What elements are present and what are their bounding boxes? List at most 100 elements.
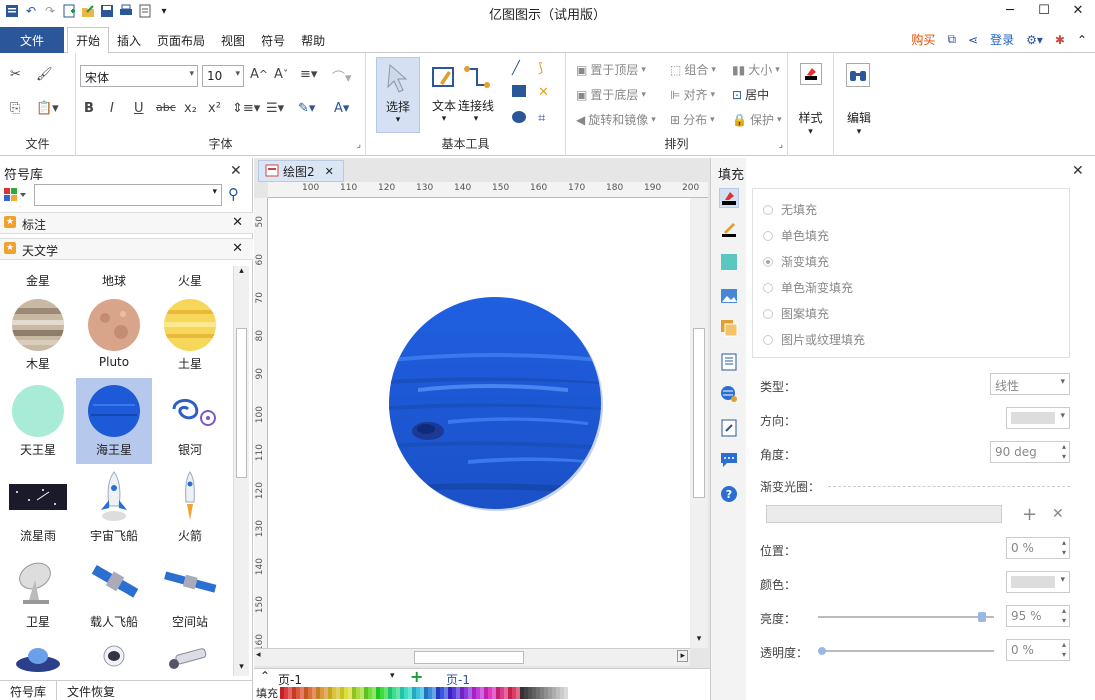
text-align-icon[interactable]: ≡▾ <box>300 67 317 82</box>
font-dialog-launcher-icon[interactable]: ⌟ <box>357 140 361 150</box>
close-category-icon[interactable]: ✕ <box>232 215 243 230</box>
tab-insert[interactable]: 插入 <box>109 27 149 53</box>
page-select-dropdown-icon[interactable]: ▾ <box>390 671 395 681</box>
copy-icon[interactable]: ⎘ <box>10 101 20 116</box>
share-screen-icon[interactable]: ⧉ <box>947 32 956 47</box>
send-to-back-button[interactable]: ▣ 置于底层 ▾ <box>576 86 646 103</box>
shape-jupiter[interactable]: 木星 <box>0 292 76 378</box>
arc-tool-icon[interactable]: ⟆ <box>538 61 543 76</box>
shape-galaxy[interactable]: 银河 <box>152 378 228 464</box>
shape-space-station[interactable]: 空间站 <box>152 550 228 636</box>
theme-icon[interactable]: ✱ <box>1055 33 1065 47</box>
gradient-stops-bar[interactable] <box>766 505 1002 523</box>
add-page-icon[interactable]: + <box>410 667 423 686</box>
category-astronomy[interactable]: ★ 天文学 ✕ <box>0 238 253 260</box>
cross-tool-icon[interactable]: ✕ <box>538 85 549 100</box>
buy-link[interactable]: 购买 <box>911 31 935 48</box>
category-callout[interactable]: ★ 标注 ✕ <box>0 212 253 234</box>
connector-tool-button[interactable]: 连接线 ▾ <box>456 57 496 133</box>
arrange-dialog-launcher-icon[interactable]: ⌟ <box>779 140 783 150</box>
brightness-slider[interactable] <box>818 612 994 622</box>
page-properties-icon[interactable] <box>719 352 739 372</box>
transparency-slider[interactable] <box>818 647 994 655</box>
rotate-mirror-button[interactable]: ◀ 旋转和镜像 ▾ <box>576 111 656 128</box>
underline-icon[interactable]: U <box>134 101 144 116</box>
add-stop-icon[interactable]: + <box>1022 504 1037 525</box>
protect-button[interactable]: 🔒 保护 ▾ <box>732 111 782 128</box>
hyperlink-globe-icon[interactable] <box>719 384 739 404</box>
group-style[interactable]: 样式 ▾ <box>788 53 834 156</box>
cut-icon[interactable]: ✂ <box>10 67 21 82</box>
shape-telescope[interactable] <box>152 636 228 676</box>
shape-uranus[interactable]: 天王星 <box>0 378 76 464</box>
size-button[interactable]: ▮▮ 大小 ▾ <box>732 61 780 78</box>
rectangle-tool-icon[interactable] <box>512 85 526 97</box>
shape-ufo[interactable] <box>0 636 76 676</box>
radio-gradient-fill[interactable]: 渐变填充 <box>763 253 829 270</box>
line-panel-icon[interactable] <box>719 220 739 240</box>
shadow-panel-icon[interactable] <box>719 252 739 272</box>
radio-solid-fill[interactable]: 单色填充 <box>763 227 829 244</box>
image-panel-icon[interactable] <box>719 286 739 306</box>
highlight-icon[interactable]: ✎▾ <box>298 101 315 116</box>
direction-select[interactable] <box>1006 407 1070 429</box>
close-icon[interactable]: ✕ <box>1072 163 1084 179</box>
shape-meteor-shower[interactable]: 流星雨 <box>0 464 76 550</box>
shape-manned-spacecraft[interactable]: 载人飞船 <box>76 550 152 636</box>
shape-saturn[interactable]: 土星 <box>152 292 228 378</box>
close-category-icon[interactable]: ✕ <box>232 241 243 256</box>
canvas-vertical-scrollbar[interactable]: ▾ <box>690 198 708 648</box>
position-spinner[interactable]: 0 % <box>1006 537 1070 559</box>
bold-icon[interactable]: B <box>84 101 94 116</box>
shape-rocket[interactable]: 火箭 <box>152 464 228 550</box>
align-button[interactable]: ⊫ 对齐 ▾ <box>670 86 715 103</box>
shape-neptune[interactable]: 海王星 <box>76 378 152 464</box>
shape-spaceship[interactable]: 宇宙飞船 <box>76 464 152 550</box>
paste-icon[interactable]: 📋▾ <box>36 101 59 116</box>
shapes-scroll-thumb[interactable] <box>236 328 247 478</box>
format-painter-icon[interactable]: 🖌 <box>36 67 53 82</box>
neptune-shape[interactable] <box>268 198 690 648</box>
shape-satellite-dish[interactable]: 卫星 <box>0 550 76 636</box>
tab-page-layout[interactable]: 页面布局 <box>149 27 213 53</box>
transparency-spinner[interactable]: 0 % <box>1006 639 1070 661</box>
remove-stop-icon[interactable]: ✕ <box>1052 506 1064 522</box>
tab-file-recovery[interactable]: 文件恢复 <box>57 681 125 700</box>
font-name-combo[interactable]: 宋体 <box>80 65 198 87</box>
brightness-slider-knob[interactable] <box>977 612 986 622</box>
color-swatches[interactable] <box>280 687 568 699</box>
canvas-horizontal-scrollbar[interactable]: ◂ ▸ <box>254 648 690 666</box>
document-tab[interactable]: 绘图2 ✕ <box>258 160 344 182</box>
ellipse-tool-icon[interactable] <box>512 111 526 123</box>
radio-picture-texture-fill[interactable]: 图片或纹理填充 <box>763 331 865 348</box>
bullets-icon[interactable]: ☰▾ <box>266 101 284 116</box>
radio-pattern-fill[interactable]: 图案填充 <box>763 305 829 322</box>
brightness-spinner[interactable]: 95 % <box>1006 605 1070 627</box>
attachment-icon[interactable] <box>719 418 739 438</box>
shape-pluto[interactable]: Pluto <box>76 292 152 378</box>
font-color-icon[interactable]: A▾ <box>334 101 349 116</box>
tab-view[interactable]: 视图 <box>213 27 253 53</box>
radio-single-gradient-fill[interactable]: 单色渐变填充 <box>763 279 853 296</box>
comment-icon[interactable] <box>719 450 739 470</box>
close-tab-icon[interactable]: ✕ <box>325 165 334 178</box>
radio-no-fill[interactable]: 无填充 <box>763 201 817 218</box>
share-icon[interactable]: ⋖ <box>968 33 978 47</box>
distribute-button[interactable]: ⊞ 分布 ▾ <box>670 111 715 128</box>
login-link[interactable]: 登录 <box>990 31 1014 48</box>
layers-panel-icon[interactable] <box>719 318 739 338</box>
select-tool-button[interactable]: 选择 ▾ <box>376 57 420 133</box>
minimize-icon[interactable]: ─ <box>993 0 1027 20</box>
shapes-scrollbar[interactable]: ▴ ▾ <box>233 266 249 676</box>
font-size-combo[interactable]: 10 <box>202 65 244 87</box>
crop-tool-icon[interactable]: ⌗ <box>538 111 545 126</box>
bring-to-front-button[interactable]: ▣ 置于顶层 ▾ <box>576 61 646 78</box>
tab-symbol-library[interactable]: 符号库 <box>0 681 58 700</box>
center-button[interactable]: ⊡ 居中 <box>732 86 769 103</box>
maximize-icon[interactable]: ☐ <box>1027 0 1061 20</box>
help-icon[interactable]: ? <box>719 484 739 504</box>
close-icon[interactable]: ✕ <box>1061 0 1095 20</box>
close-icon[interactable]: ✕ <box>230 163 242 179</box>
canvas-hscroll-thumb[interactable] <box>414 651 524 664</box>
group-button[interactable]: ⬚ 组合 ▾ <box>670 61 716 78</box>
